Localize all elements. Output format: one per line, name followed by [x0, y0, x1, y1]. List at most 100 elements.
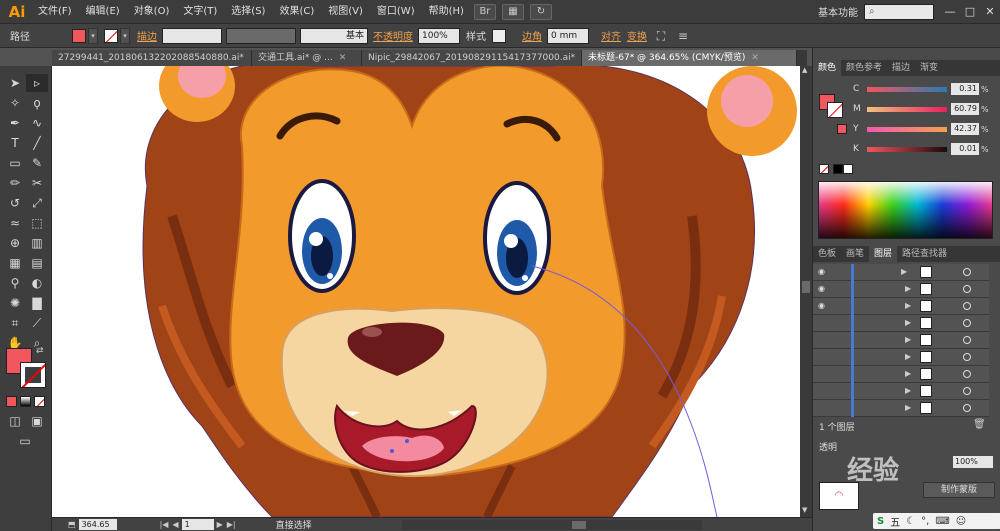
visibility-eye-icon[interactable]	[818, 403, 829, 413]
style-swatch[interactable]	[492, 28, 506, 43]
zoom-field[interactable]: 364.65	[78, 519, 117, 530]
layer-row[interactable]: ◉ ▶	[813, 264, 989, 281]
stroke-link[interactable]: 描边	[137, 28, 157, 43]
menu-effect[interactable]: 效果(C)	[272, 0, 321, 24]
magenta-value[interactable]: 60.79	[951, 103, 979, 115]
swap-colors-icon[interactable]: ⇄	[36, 346, 44, 356]
ime-toolbar[interactable]: S 五 ☾ °, ⌨ ☺	[873, 513, 1000, 529]
keyboard-icon[interactable]: ⌨	[935, 516, 949, 527]
color-mode-icon[interactable]	[6, 396, 17, 407]
stroke-swatch[interactable]	[104, 28, 118, 43]
layer-row[interactable]: ▶	[813, 400, 989, 417]
blend-tool-icon[interactable]: ◐	[26, 274, 48, 292]
target-circle-icon[interactable]	[963, 302, 971, 310]
corner-link[interactable]: 边角	[522, 28, 542, 43]
free-transform-icon[interactable]: ⬚	[26, 214, 48, 232]
menu-type[interactable]: 文字(T)	[176, 0, 224, 24]
doc-tab-active[interactable]: 未标题-67* @ 364.65% (CMYK/预览) ✕	[582, 50, 797, 66]
target-circle-icon[interactable]	[963, 404, 971, 412]
cyan-value[interactable]: 0.31	[951, 83, 979, 95]
eyedropper-icon[interactable]: ⚲	[4, 274, 26, 292]
color-spectrum[interactable]	[818, 181, 993, 239]
panel-stroke-swatch[interactable]	[827, 102, 843, 118]
make-mask-button[interactable]: 制作蒙版	[923, 482, 995, 498]
fill-dropdown-icon[interactable]: ▾	[88, 27, 98, 44]
tab-gradient[interactable]: 渐变	[915, 60, 943, 76]
white-swatch[interactable]	[843, 164, 853, 174]
direct-selection-tool-icon[interactable]: ▹	[26, 74, 48, 92]
tab-swatches[interactable]: 色板	[813, 246, 841, 262]
change-screen-mode-icon[interactable]: ▭	[14, 432, 36, 450]
tab-color[interactable]: 颜色	[813, 60, 842, 76]
sync-icon[interactable]: ↻	[529, 3, 552, 20]
arrange-documents-icon[interactable]: ▦	[501, 3, 524, 20]
expand-arrow-icon[interactable]: ▶	[905, 403, 911, 412]
visibility-eye-icon[interactable]	[818, 335, 829, 345]
user-icon[interactable]: ☺	[956, 516, 966, 527]
variable-width-field[interactable]	[226, 27, 296, 44]
fill-swatch[interactable]	[72, 28, 86, 43]
warp-tool-icon[interactable]: ≈	[4, 214, 26, 232]
black-swatch[interactable]	[833, 164, 843, 174]
vertical-scrollbar[interactable]: ▲ ▼	[800, 66, 812, 517]
artboard-canvas[interactable]	[52, 66, 800, 517]
curvature-tool-icon[interactable]: ∿	[26, 114, 48, 132]
visibility-eye-icon[interactable]	[818, 369, 829, 379]
scroll-thumb[interactable]	[802, 281, 810, 293]
scroll-thumb[interactable]	[571, 520, 586, 529]
black-value[interactable]: 0.01	[951, 143, 979, 155]
sogou-icon[interactable]: S	[877, 516, 884, 527]
close-icon[interactable]: ✕	[751, 53, 759, 63]
none-swatch[interactable]	[819, 164, 829, 174]
search-input[interactable]: ⌕	[864, 3, 934, 20]
menu-help[interactable]: 帮助(H)	[422, 0, 471, 24]
bridge-icon[interactable]: Br	[473, 3, 496, 20]
prev-artboard-icon[interactable]: ◀	[172, 520, 178, 529]
scroll-up-arrow-icon[interactable]: ▲	[802, 66, 807, 74]
panel-menu-icon[interactable]: ≡	[674, 28, 692, 44]
align-link[interactable]: 对齐	[601, 28, 621, 43]
layer-row[interactable]: ▶	[813, 349, 989, 366]
scroll-down-arrow-icon[interactable]: ▼	[802, 506, 807, 514]
stroke-color-box[interactable]	[20, 362, 46, 388]
graph-tool-icon[interactable]: ▇	[26, 294, 48, 312]
expand-arrow-icon[interactable]: ▶	[905, 301, 911, 310]
expand-arrow-icon[interactable]: ▶	[905, 318, 911, 327]
opacity-field[interactable]: 100%	[418, 27, 460, 44]
tab-color-guide[interactable]: 颜色参考	[841, 60, 887, 76]
doc-tab[interactable]: 27299441_201806132202088540880.ai*✕	[52, 50, 252, 66]
menu-select[interactable]: 选择(S)	[224, 0, 272, 24]
visibility-eye-icon[interactable]	[818, 386, 829, 396]
minimize-button[interactable]: —	[940, 5, 960, 18]
magenta-slider[interactable]	[867, 106, 947, 112]
perspective-grid-icon[interactable]: ▥	[26, 234, 48, 252]
doc-tab[interactable]: 交通工具.ai* @ ... ✕	[252, 50, 362, 66]
target-circle-icon[interactable]	[963, 353, 971, 361]
target-circle-icon[interactable]	[963, 319, 971, 327]
expand-arrow-icon[interactable]: ▶	[905, 386, 911, 395]
slice-tool-icon[interactable]: ⟋	[26, 314, 48, 332]
type-tool-icon[interactable]: T	[4, 134, 26, 152]
gradient-tool-icon[interactable]: ▤	[26, 254, 48, 272]
artboard-tool-icon[interactable]: ⌗	[4, 314, 26, 332]
layer-row[interactable]: ▶	[813, 332, 989, 349]
gradient-mode-icon[interactable]	[20, 396, 31, 407]
target-circle-icon[interactable]	[963, 370, 971, 378]
draw-mode-icon[interactable]: ◫	[4, 412, 26, 430]
corner-field[interactable]: 0 mm	[547, 27, 589, 44]
rectangle-tool-icon[interactable]: ▭	[4, 154, 26, 172]
line-tool-icon[interactable]: ╱	[26, 134, 48, 152]
menu-object[interactable]: 对象(O)	[127, 0, 177, 24]
tab-layers[interactable]: 图层	[869, 246, 898, 262]
menu-view[interactable]: 视图(V)	[321, 0, 370, 24]
menu-file[interactable]: 文件(F)	[31, 0, 79, 24]
doc-tab[interactable]: Nipic_29842067_20190829115417377000.ai*✕	[362, 50, 582, 66]
transform-link[interactable]: 变换	[627, 28, 647, 43]
expand-arrow-icon[interactable]: ▶	[905, 352, 911, 361]
brush-style-field[interactable]: 基本	[300, 27, 368, 44]
punctuation-icon[interactable]: °,	[921, 516, 929, 527]
expand-arrow-icon[interactable]: ▶	[905, 335, 911, 344]
menu-edit[interactable]: 编辑(E)	[79, 0, 127, 24]
moon-icon[interactable]: ☾	[906, 516, 915, 527]
close-button[interactable]: ✕	[980, 5, 1000, 18]
